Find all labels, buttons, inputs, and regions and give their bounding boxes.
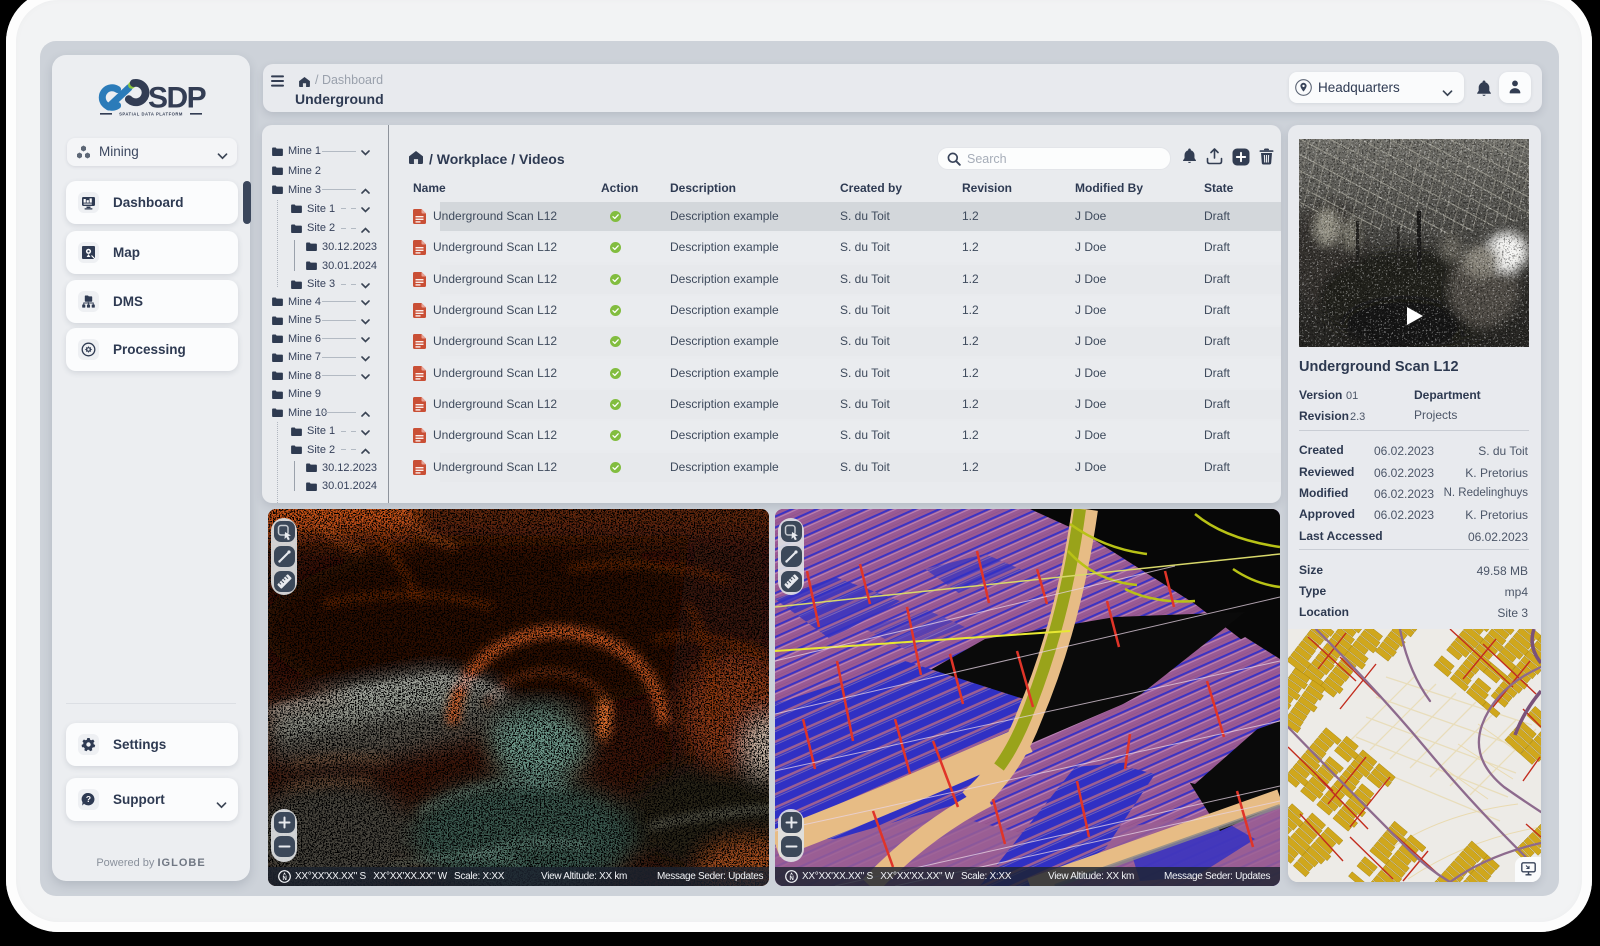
svg-text:N: N: [789, 876, 793, 882]
svg-text:?: ?: [86, 794, 91, 804]
svg-text:SDP: SDP: [148, 82, 206, 115]
svg-text:SPATIAL DATA PLATFORM: SPATIAL DATA PLATFORM: [119, 112, 183, 117]
svg-text:N: N: [282, 876, 286, 882]
